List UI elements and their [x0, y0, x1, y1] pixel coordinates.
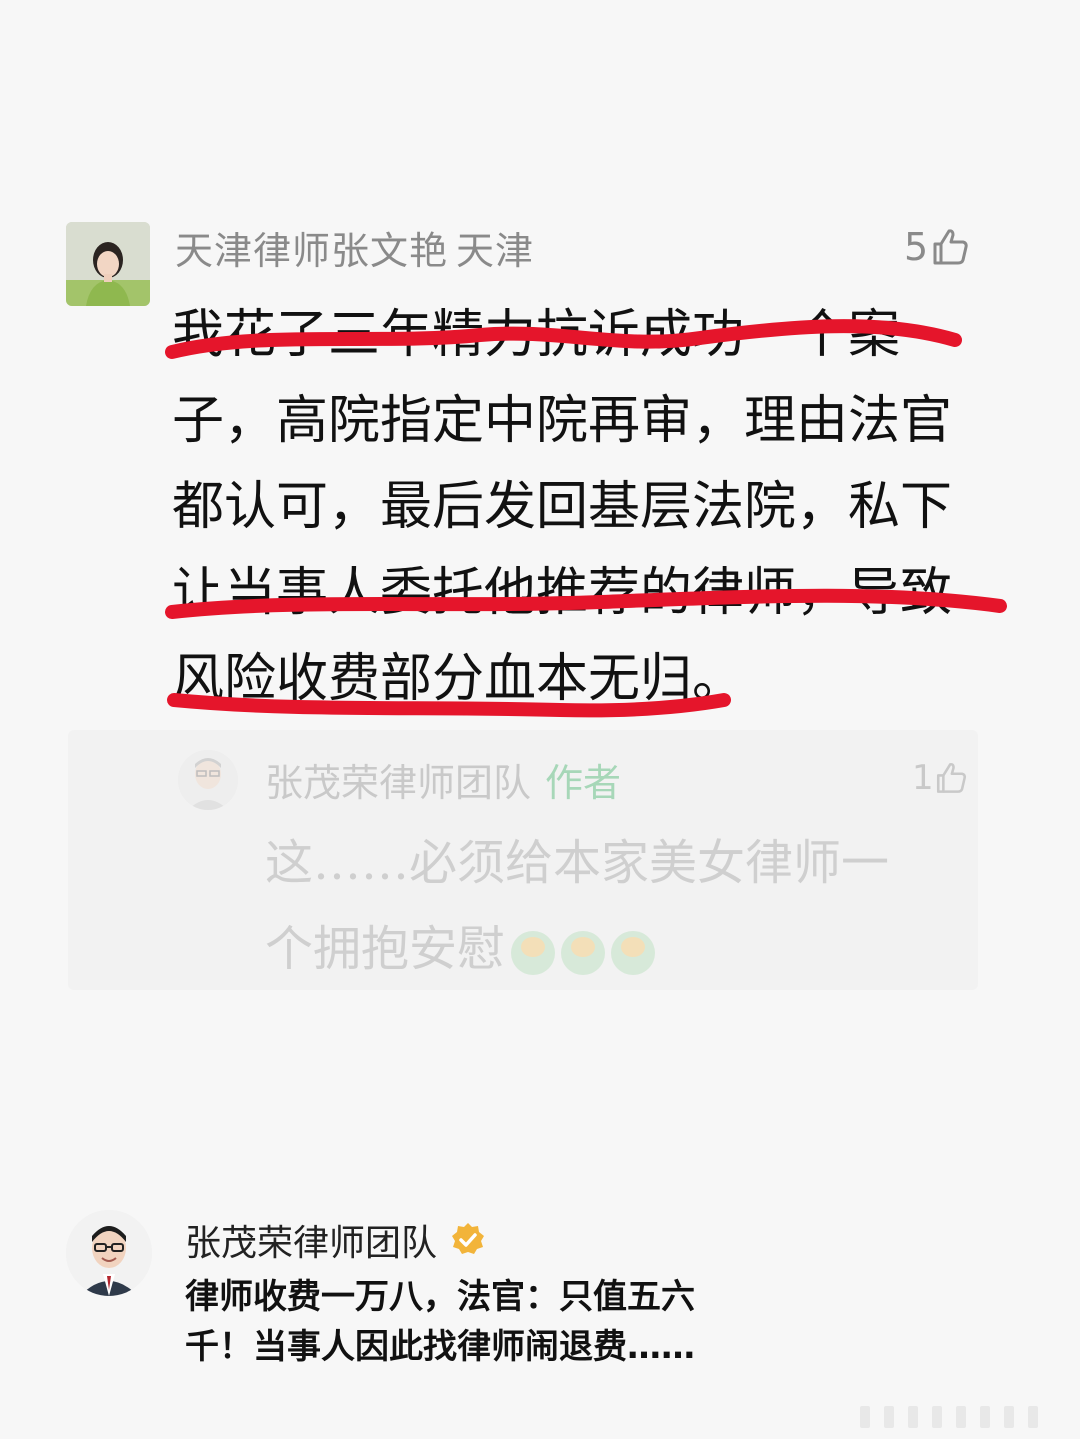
- comment-line: 都认可，最后发回基层法院，私下: [172, 477, 953, 537]
- reply-line: 个拥抱安慰: [265, 906, 965, 992]
- like-count: 5: [904, 225, 929, 269]
- thumbs-up-icon: [933, 229, 968, 265]
- hug-emoji-icon: [611, 930, 656, 975]
- card-author[interactable]: 张茂荣律师团队: [185, 1214, 487, 1266]
- comment-text: 我花了三年精力抗诉成功一个案 子，高院指定中院再审，理由法官 都认可，最后发回基…: [172, 292, 1002, 722]
- hug-emoji-icon: [561, 930, 606, 975]
- card-headline-line: 千！当事人因此找律师闹退费……: [185, 1327, 695, 1367]
- commenter-name-text[interactable]: 天津律师张文艳: [175, 229, 448, 273]
- comment-line: 风险收费部分血本无归。: [172, 649, 745, 709]
- watermark: [860, 1406, 1038, 1428]
- like-button[interactable]: 5: [904, 225, 970, 269]
- reply-author-name[interactable]: 张茂荣律师团队: [265, 761, 531, 805]
- thumbs-up-icon: [936, 762, 966, 793]
- author-tag: 作者: [545, 761, 622, 805]
- reply-author[interactable]: 张茂荣律师团队 作者: [265, 752, 621, 807]
- card-author-avatar[interactable]: [66, 1210, 152, 1296]
- card-headline-line: 律师收费一万八，法官：只值五六: [185, 1277, 695, 1317]
- comment-line: 我花了三年精力抗诉成功一个案: [172, 305, 901, 365]
- commenter-location: 天津: [456, 229, 535, 273]
- verified-badge-icon: [452, 1223, 485, 1254]
- comment-line: 子，高院指定中院再审，理由法官: [172, 391, 953, 451]
- card-headline[interactable]: 律师收费一万八，法官：只值五六 千！当事人因此找律师闹退费……: [185, 1272, 785, 1372]
- comment-line: 让当事人委托他推荐的律师，导致: [172, 563, 953, 623]
- hug-emoji-icon: [511, 930, 556, 975]
- reply-like-button[interactable]: 1: [912, 758, 968, 798]
- reply-like-count: 1: [912, 758, 934, 798]
- reply-avatar[interactable]: [178, 750, 238, 810]
- commenter-avatar[interactable]: [66, 222, 150, 306]
- card-author-name[interactable]: 张茂荣律师团队: [185, 1214, 437, 1266]
- reply-text: 这……必须给本家美女律师一 个拥抱安慰: [265, 820, 965, 992]
- reply-line-text: 个拥抱安慰: [265, 921, 506, 977]
- reply-line: 这……必须给本家美女律师一: [265, 835, 890, 891]
- commenter-name[interactable]: 天津律师张文艳 天津: [175, 220, 534, 275]
